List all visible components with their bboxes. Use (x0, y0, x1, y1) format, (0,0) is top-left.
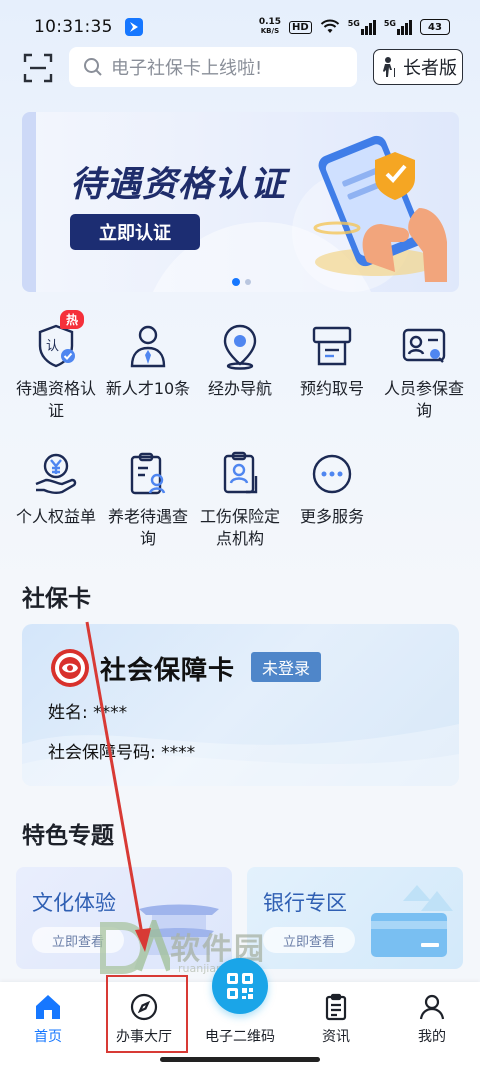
wifi-icon (320, 19, 339, 33)
hd-badge: HD (289, 20, 312, 34)
service-label: 人员参保查询 (383, 379, 464, 420)
scan-button[interactable] (22, 52, 54, 84)
elder-mode-button[interactable]: 长者版 (373, 49, 463, 85)
header: 电子社保卡上线啦! 长者版 (0, 46, 480, 90)
ticket-machine-icon (312, 326, 352, 366)
promo-banner[interactable]: 待遇资格认证 立即认证 (22, 112, 459, 292)
home-indicator (160, 1057, 320, 1062)
service-personal-rights[interactable]: 个人权益单 (8, 450, 104, 528)
service-label: 新人才10条 (105, 379, 191, 398)
features-section-title: 特色专题 (22, 823, 114, 849)
service-new-talent[interactable]: 新人才10条 (100, 322, 196, 400)
id-card-search-icon (402, 328, 446, 363)
number-row: 社会保障号码: **** (48, 738, 195, 763)
social-card-section-title: 社保卡 (22, 586, 91, 612)
feature-title: 文化体验 (32, 891, 116, 915)
login-status-badge[interactable]: 未登录 (251, 652, 321, 682)
more-dots-icon (312, 454, 352, 494)
clipboard-person-icon (130, 452, 166, 495)
injury-document-icon (223, 451, 258, 494)
nav-label: 我的 (418, 1029, 446, 1045)
service-appointment-ticket[interactable]: 预约取号 (284, 322, 380, 400)
social-security-emblem-icon (51, 649, 89, 687)
name-value: **** (93, 703, 128, 723)
network-speed: 0.15 KB/S (258, 17, 282, 36)
signal-icon-1: 5G (348, 19, 376, 35)
hot-badge: 热 (60, 310, 85, 329)
qr-code-button[interactable] (212, 958, 268, 1014)
location-pin-icon (223, 324, 257, 370)
banner-dot-2[interactable] (245, 279, 251, 285)
banner-dot-1[interactable] (232, 278, 240, 286)
user-icon (419, 994, 445, 1020)
watermark-logo (98, 914, 174, 974)
service-benefit-certification[interactable]: 认 热 待遇资格认证 (8, 310, 104, 422)
elder-icon (383, 57, 395, 77)
banner-certify-button[interactable]: 立即认证 (70, 214, 200, 250)
service-label: 预约取号 (299, 379, 364, 398)
nav-news[interactable]: 资讯 (296, 992, 376, 1046)
name-row: 姓名: **** (48, 698, 127, 723)
status-time: 10:31:35 (34, 17, 113, 37)
service-label: 待遇资格认证 (15, 379, 96, 420)
nav-label: 首页 (34, 1029, 62, 1045)
name-label: 姓名: (48, 703, 88, 723)
card-title: 社会保障卡 (100, 656, 236, 686)
search-icon (84, 58, 102, 76)
service-office-navigation[interactable]: 经办导航 (192, 322, 288, 400)
service-label: 工伤保险定点机构 (199, 507, 280, 548)
service-label: 经办导航 (207, 379, 272, 398)
service-insured-query[interactable]: 人员参保查询 (376, 322, 472, 422)
service-label: 养老待遇查询 (107, 507, 188, 548)
nav-label: 电子二维码 (205, 1029, 275, 1045)
money-hand-icon (35, 453, 77, 495)
svg-text:认: 认 (46, 339, 59, 354)
nav-profile[interactable]: 我的 (392, 992, 472, 1046)
social-security-card[interactable]: 社会保障卡 未登录 姓名: **** 社会保障号码: **** (22, 624, 459, 786)
nav-qr-code[interactable]: 电子二维码 (200, 1012, 280, 1046)
elder-mode-label: 长者版 (403, 58, 457, 79)
service-more[interactable]: 更多服务 (284, 450, 380, 528)
qr-code-icon (227, 973, 253, 999)
search-input[interactable]: 电子社保卡上线啦! (69, 47, 357, 87)
number-value: **** (161, 743, 196, 763)
person-check-icon: 认 (38, 324, 75, 368)
news-clipboard-icon (325, 993, 347, 1021)
signal-icon-2: 5G (384, 19, 412, 35)
service-pension-query[interactable]: 养老待遇查询 (100, 450, 196, 550)
service-label: 更多服务 (299, 507, 364, 526)
service-label: 个人权益单 (15, 507, 96, 526)
annotation-highlight-box (106, 975, 188, 1053)
search-placeholder: 电子社保卡上线啦! (111, 58, 263, 79)
number-label: 社会保障号码: (48, 743, 156, 763)
app-notification-icon (124, 18, 143, 36)
nav-home[interactable]: 首页 (8, 992, 88, 1046)
scan-icon (23, 53, 53, 83)
talent-person-icon (130, 325, 166, 368)
phone-hand-illustration (313, 135, 447, 282)
feature-title: 银行专区 (263, 891, 347, 915)
home-icon (36, 995, 60, 1019)
banner-pagination (232, 278, 251, 286)
bank-card-icon (371, 885, 453, 957)
service-injury-institutions[interactable]: 工伤保险定点机构 (192, 450, 288, 550)
banner-title: 待遇资格认证 (70, 165, 287, 205)
battery-indicator: 43 (420, 19, 450, 35)
nav-label: 资讯 (322, 1029, 350, 1045)
